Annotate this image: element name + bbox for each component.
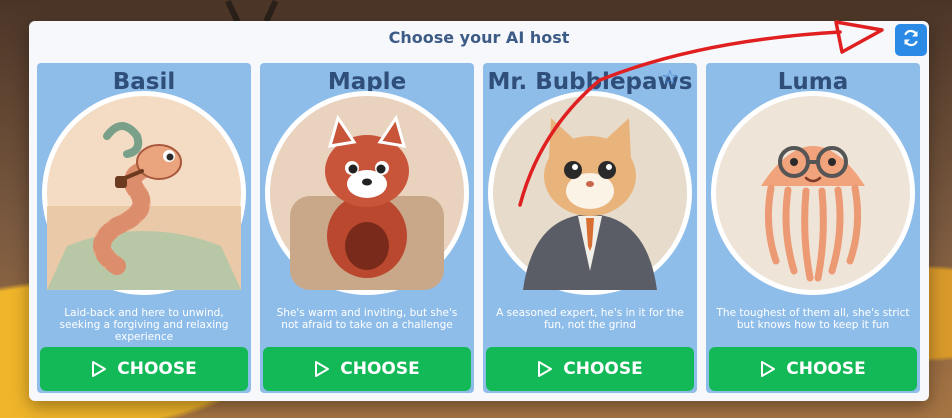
host-card-luma: Luma The toughest of them all, she's str…	[706, 63, 920, 393]
play-icon	[314, 360, 330, 378]
star-icon: ☆	[661, 65, 679, 89]
host-description: Laid-back and here to unwind, seeking a …	[59, 307, 229, 343]
host-card-basil: Basil Laid-back and here to unwind, seek…	[37, 63, 251, 393]
host-card-maple: Maple She's warm and inviting, but she's…	[260, 63, 474, 393]
host-description: She's warm and inviting, but she's not a…	[276, 307, 458, 331]
choose-button-label: CHOOSE	[786, 359, 866, 379]
choose-button-label: CHOOSE	[340, 359, 420, 379]
host-portrait-maple	[265, 91, 469, 295]
host-selection-dialog: Choose your AI host Basil Laid-back and …	[29, 21, 929, 401]
choose-button-label: CHOOSE	[117, 359, 197, 379]
host-description: The toughest of them all, she's strict b…	[716, 307, 910, 331]
choose-basil-button[interactable]: CHOOSE	[40, 347, 248, 391]
dialog-title: Choose your AI host	[388, 28, 570, 47]
choose-button-label: CHOOSE	[563, 359, 643, 379]
host-portrait-basil	[42, 91, 246, 295]
refresh-button[interactable]	[895, 24, 927, 56]
cat-portrait-icon	[493, 96, 687, 290]
jellyfish-portrait-icon	[716, 96, 910, 290]
snake-portrait-icon	[47, 96, 241, 290]
host-portrait-mr-bubblepaws	[488, 91, 692, 295]
play-icon	[91, 360, 107, 378]
choose-maple-button[interactable]: CHOOSE	[263, 347, 471, 391]
play-icon	[537, 360, 553, 378]
host-portrait-luma	[711, 91, 915, 295]
host-card-mr-bubblepaws: Mr. Bubblepaws ☆ A seasoned expert, he's…	[483, 63, 697, 393]
choose-mr-bubblepaws-button[interactable]: CHOOSE	[486, 347, 694, 391]
refresh-icon	[901, 28, 921, 52]
host-description: A seasoned expert, he's in it for the fu…	[496, 307, 684, 331]
red-panda-portrait-icon	[270, 96, 464, 290]
play-icon	[760, 360, 776, 378]
choose-luma-button[interactable]: CHOOSE	[709, 347, 917, 391]
